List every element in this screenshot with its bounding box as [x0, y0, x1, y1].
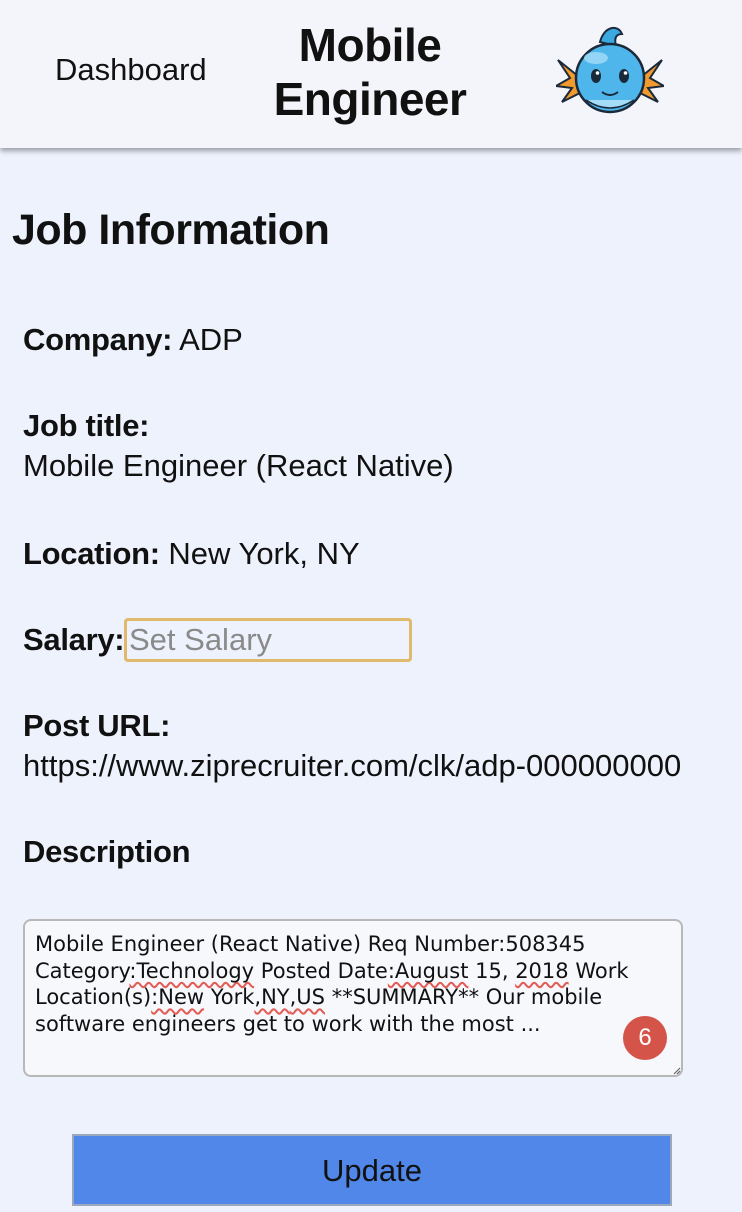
misspelled-word: 2018	[515, 958, 569, 983]
company-field: Company: ADP	[23, 320, 243, 360]
misspelled-word: ,NY	[254, 985, 290, 1009]
salary-input[interactable]	[124, 618, 412, 662]
description-text: York	[204, 985, 255, 1009]
page-title-line1: Mobile	[298, 19, 442, 71]
spelling-error-badge[interactable]: 6	[623, 1016, 667, 1060]
resize-grip-icon[interactable]	[672, 1066, 681, 1075]
job-title-field: Job title: Mobile Engineer (React Native…	[23, 406, 454, 486]
description-text: Posted Date	[254, 958, 388, 983]
description-label: Description	[23, 834, 191, 869]
misspelled-word: :New	[151, 985, 205, 1009]
job-title-label: Job title:	[23, 408, 150, 443]
update-button[interactable]: Update	[72, 1134, 672, 1206]
post-url-value[interactable]: https://www.ziprecruiter.com/clk/adp-000…	[23, 746, 720, 786]
page-title: Mobile Engineer	[250, 18, 490, 126]
job-title-value: Mobile Engineer (React Native)	[23, 448, 454, 483]
salary-field: Salary:	[23, 620, 125, 660]
company-label: Company:	[23, 322, 173, 357]
description-textarea[interactable]: Mobile Engineer (React Native) Req Numbe…	[23, 919, 683, 1077]
mudkip-avatar-icon	[556, 26, 664, 114]
section-title: Job Information	[12, 206, 330, 254]
company-value: ADP	[179, 322, 243, 357]
misspelled-word: :August	[387, 958, 469, 983]
app-header: Dashboard Mobile Engineer	[0, 0, 742, 148]
dashboard-link[interactable]: Dashboard	[55, 52, 207, 88]
location-field: Location: New York, NY	[23, 534, 360, 574]
description-text: 15,	[468, 958, 516, 983]
description-field: Description	[23, 832, 191, 872]
misspelled-word: :Technology	[129, 958, 255, 983]
post-url-label: Post URL:	[23, 708, 171, 743]
job-information-panel: Job Information Company: ADP Job title: …	[0, 148, 742, 1212]
misspelled-word: ,US	[289, 985, 326, 1009]
post-url-field: Post URL: https://www.ziprecruiter.com/c…	[23, 706, 720, 786]
location-value: New York, NY	[168, 536, 360, 571]
salary-label: Salary:	[23, 622, 125, 657]
location-label: Location:	[23, 536, 160, 571]
page-title-line2: Engineer	[273, 73, 467, 125]
